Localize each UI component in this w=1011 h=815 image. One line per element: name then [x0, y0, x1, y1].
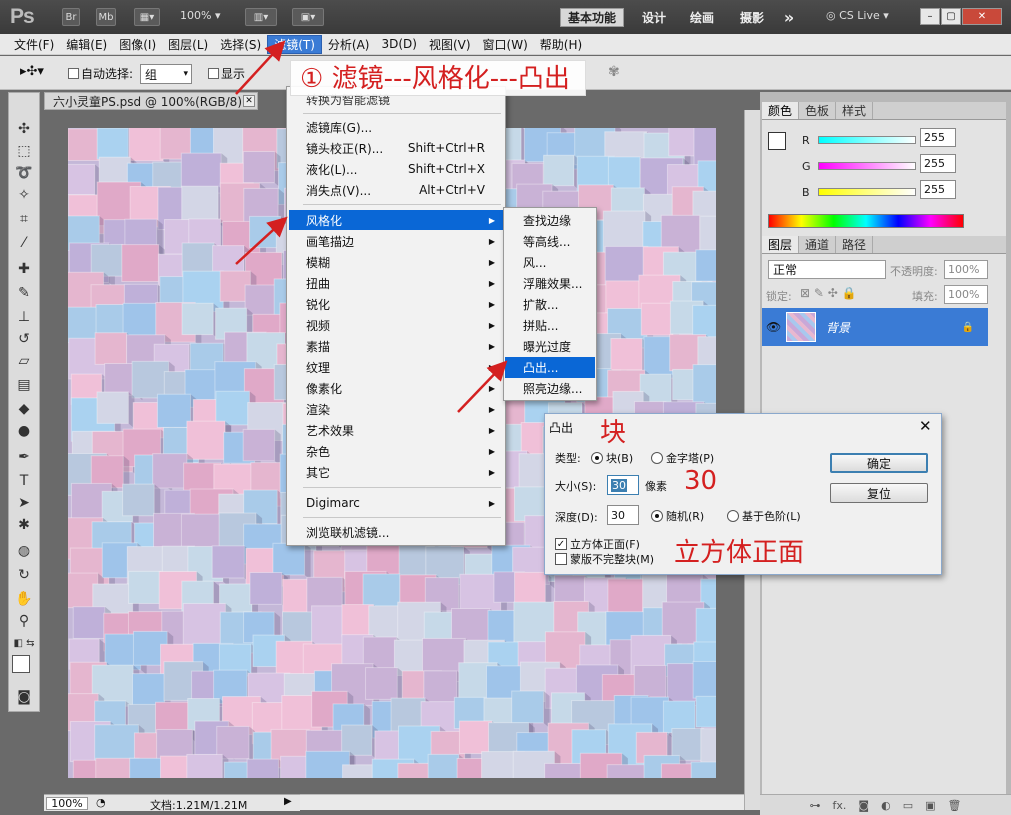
arrow-to-stylize — [235, 216, 288, 265]
arrow-to-filter-menu — [235, 40, 286, 95]
arrow-to-extrude — [457, 360, 508, 413]
annotation-arrows — [235, 40, 508, 413]
